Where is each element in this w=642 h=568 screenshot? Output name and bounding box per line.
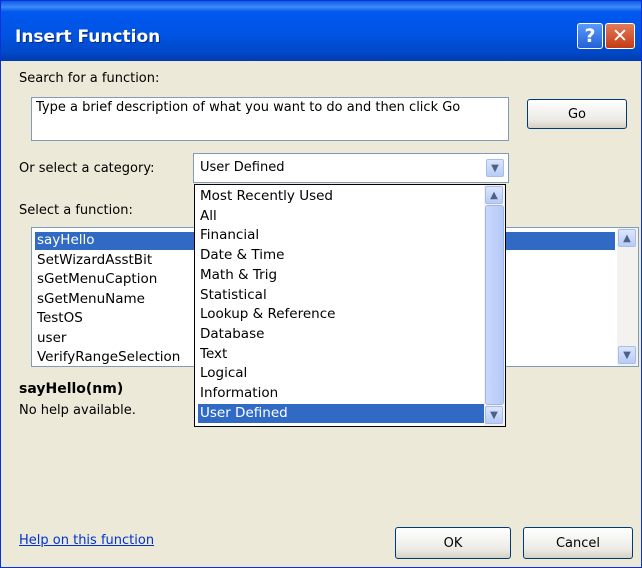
scroll-down-icon[interactable]: ▼ [485, 406, 503, 424]
function-list-scrollbar[interactable]: ▲ ▼ [617, 228, 638, 366]
dialog-title: Insert Function [15, 27, 161, 47]
category-option[interactable]: User Defined [198, 403, 485, 423]
category-label: Or select a category: [19, 161, 155, 176]
category-option[interactable]: Date & Time [198, 246, 485, 265]
help-on-function-link[interactable]: Help on this function [19, 533, 154, 548]
chevron-down-icon[interactable]: ▼ [486, 159, 504, 177]
category-option[interactable]: Information [198, 384, 485, 403]
function-list-label: Select a function: [19, 203, 133, 218]
category-option[interactable]: Financial [198, 226, 485, 245]
category-select[interactable]: User Defined ▼ [193, 153, 509, 183]
title-bar[interactable]: Insert Function ? ✕ [1, 1, 641, 61]
category-selected-value: User Defined [200, 160, 285, 175]
scroll-up-icon[interactable]: ▲ [618, 229, 636, 247]
scroll-down-icon[interactable]: ▼ [618, 346, 636, 364]
search-input[interactable]: Type a brief description of what you wan… [31, 97, 509, 141]
function-signature: sayHello(nm) [19, 381, 124, 397]
insert-function-dialog: Insert Function ? ✕ Search for a functio… [0, 0, 642, 568]
category-option[interactable]: Lookup & Reference [198, 305, 485, 324]
dropdown-scroll-thumb[interactable] [485, 205, 504, 405]
category-option[interactable]: Logical [198, 364, 485, 383]
cancel-button[interactable]: Cancel [523, 527, 633, 559]
go-button[interactable]: Go [527, 99, 627, 129]
category-option[interactable]: Statistical [198, 286, 485, 305]
close-icon[interactable]: ✕ [605, 23, 635, 49]
dropdown-scrollbar[interactable]: ▲ ▼ [484, 185, 505, 426]
category-option[interactable]: All [198, 207, 485, 226]
help-icon[interactable]: ? [577, 23, 603, 49]
category-dropdown-list[interactable]: Most Recently Used All Financial Date & Tim… [194, 184, 506, 427]
ok-button[interactable]: OK [395, 527, 511, 559]
function-description: No help available. [19, 403, 136, 418]
category-option[interactable]: Text [198, 345, 485, 364]
search-label: Search for a function: [19, 71, 160, 86]
scroll-up-icon[interactable]: ▲ [485, 186, 503, 204]
category-option[interactable]: Database [198, 325, 485, 344]
category-option[interactable]: Math & Trig [198, 266, 485, 285]
category-option[interactable]: Most Recently Used [198, 187, 485, 206]
